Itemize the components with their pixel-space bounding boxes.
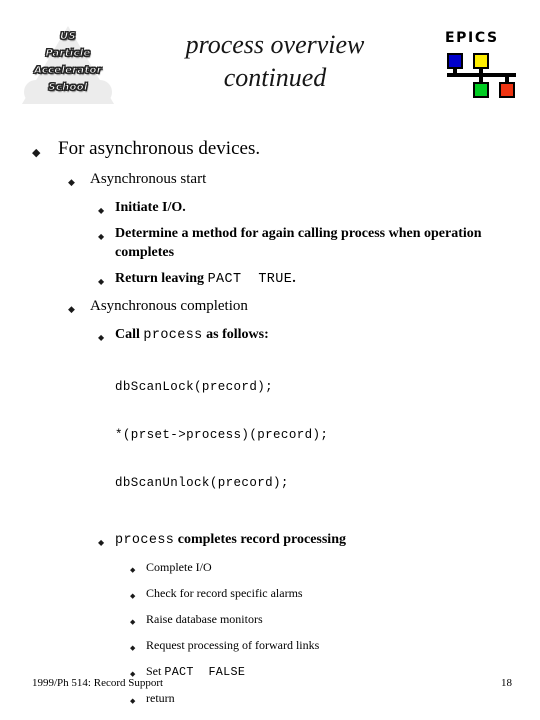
bullet-return-leaving-pact: ◆ Return leaving PACT TRUE. xyxy=(98,269,540,289)
slide-footer: 1999/Ph 514: Record Support 18 xyxy=(0,676,540,692)
bullet-text: Determine a method for again calling pro… xyxy=(115,226,482,260)
diamond-bullet-icon: ◆ xyxy=(130,697,136,705)
epics-square-blue xyxy=(447,53,463,69)
slide-title-line-1: process overview xyxy=(185,30,365,59)
bullet-text: process completes record processing xyxy=(115,530,540,550)
bullet-text: Asynchronous start xyxy=(90,171,207,187)
bullet-process-completes-record-processing: ◆ process completes record processing xyxy=(98,530,540,550)
bullet-raise-database-monitors: ◆ Raise database monitors xyxy=(130,611,540,628)
process-completes-text: completes record processing xyxy=(174,532,346,547)
diamond-bullet-icon: ◆ xyxy=(68,178,75,188)
diamond-bullet-icon: ◆ xyxy=(98,333,105,342)
bullet-return: ◆ return xyxy=(130,690,540,707)
slide-title-line-2: continued xyxy=(223,63,327,92)
uspas-logo-line-3: Accelerator xyxy=(34,65,102,77)
bullet-initiate-io: ◆ Initiate I/O. xyxy=(98,198,540,217)
code-line-dbscanlock: dbScanLock(precord); xyxy=(115,380,274,394)
diamond-bullet-icon: ◆ xyxy=(130,644,136,652)
diamond-bullet-icon: ◆ xyxy=(130,618,136,626)
uspas-logo: US Particle Accelerator School xyxy=(22,22,114,110)
uspas-logo-line-1: US xyxy=(60,31,76,43)
slide-header: US Particle Accelerator School process o… xyxy=(0,0,540,120)
bullet-text: return xyxy=(146,691,175,705)
bullet-text: Check for record specific alarms xyxy=(146,586,303,600)
diamond-bullet-icon: ◆ xyxy=(68,305,75,315)
bullet-async-completion: ◆ Asynchronous completion xyxy=(68,295,540,318)
diamond-bullet-icon: ◆ xyxy=(98,206,105,215)
diamond-bullet-icon: ◆ xyxy=(130,566,136,574)
diamond-bullet-icon: ◆ xyxy=(98,538,105,547)
bullet-text: Complete I/O xyxy=(146,560,212,574)
bullet-check-record-specific-alarms: ◆ Check for record specific alarms xyxy=(130,585,540,602)
bullet-request-forward-links: ◆ Request processing of forward links xyxy=(130,637,540,654)
process-code: process xyxy=(115,533,175,548)
uspas-logo-text: US Particle Accelerator School xyxy=(22,28,114,96)
epics-wordmark: EPICS xyxy=(445,30,499,46)
return-leaving-suffix: . xyxy=(292,271,296,286)
footer-page-number: 18 xyxy=(501,677,512,689)
bullet-determine-method: ◆ Determine a method for again calling p… xyxy=(98,224,540,262)
footer-course-label: 1999/Ph 514: Record Support xyxy=(32,677,164,689)
bullet-for-async-devices: ◆ For asynchronous devices. xyxy=(32,136,540,162)
return-leaving-prefix: Return leaving xyxy=(115,271,208,286)
code-line-prset-process: *(prset->process)(precord); xyxy=(115,428,329,442)
bullet-text: For asynchronous devices. xyxy=(58,138,261,159)
epics-square-green xyxy=(473,82,489,98)
diamond-bullet-icon: ◆ xyxy=(32,146,41,159)
code-block-process-call: dbScanLock(precord); *(prset->process)(p… xyxy=(115,347,540,523)
bullet-text: Request processing of forward links xyxy=(146,638,320,652)
epics-logo: EPICS xyxy=(445,30,517,102)
diamond-bullet-icon: ◆ xyxy=(98,277,105,286)
slide-content: ◆ For asynchronous devices. ◆ Asynchrono… xyxy=(0,134,540,707)
slide-title: process overview continued xyxy=(130,28,420,94)
bullet-text: Return leaving PACT TRUE. xyxy=(115,269,540,289)
call-suffix: as follows: xyxy=(202,327,269,342)
bullet-call-process-as-follows: ◆ Call process as follows: xyxy=(98,325,540,345)
bullet-text: Call process as follows: xyxy=(115,325,540,345)
uspas-logo-line-4: School xyxy=(48,82,88,94)
pact-true-code: PACT TRUE xyxy=(207,272,293,287)
bullet-text: Raise database monitors xyxy=(146,612,263,626)
process-code: process xyxy=(143,328,203,343)
bullet-async-start: ◆ Asynchronous start xyxy=(68,168,540,191)
bullet-complete-io: ◆ Complete I/O xyxy=(130,559,540,576)
epics-square-red xyxy=(499,82,515,98)
diamond-bullet-icon: ◆ xyxy=(130,592,136,600)
uspas-logo-line-2: Particle xyxy=(45,48,91,60)
code-line-dbscanunlock: dbScanUnlock(precord); xyxy=(115,476,289,490)
bullet-text: Asynchronous completion xyxy=(90,298,248,314)
epics-square-yellow xyxy=(473,53,489,69)
call-prefix: Call xyxy=(115,327,144,342)
diamond-bullet-icon: ◆ xyxy=(98,232,105,241)
bullet-text: Initiate I/O. xyxy=(115,200,186,215)
